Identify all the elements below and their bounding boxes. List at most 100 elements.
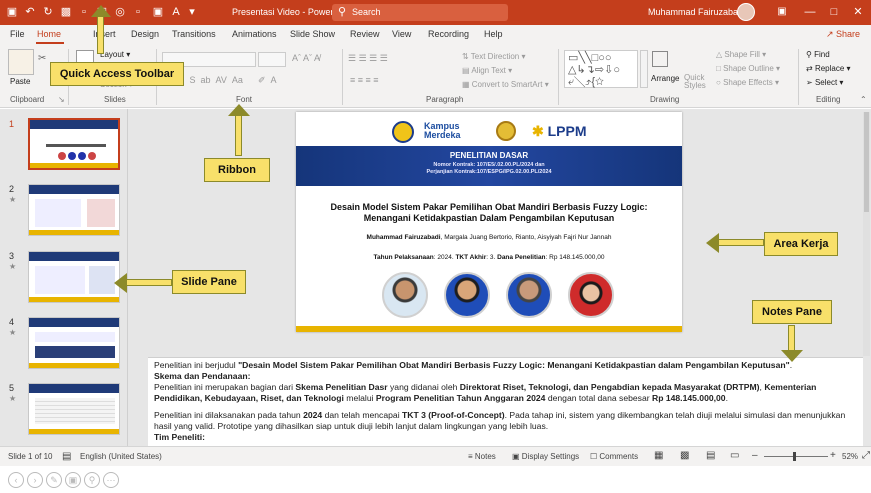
- zoom-slider[interactable]: [764, 456, 828, 457]
- slide-icon[interactable]: ▣: [152, 6, 164, 18]
- slide-canvas[interactable]: Kampus Merdeka ✱ LPPM PENELITIAN DASAR N…: [296, 112, 682, 332]
- find-icon: ⚲: [806, 50, 815, 59]
- pen-icon[interactable]: ✎: [46, 472, 62, 488]
- bullets-icon[interactable]: ☰ ☰ ☰ ☰: [348, 53, 388, 64]
- replace-button[interactable]: ⇄ Replace ▾: [806, 64, 851, 73]
- tab-recording[interactable]: Recording: [428, 29, 469, 39]
- search-box[interactable]: ⚲ Search: [332, 4, 508, 21]
- undo-icon[interactable]: ↶: [24, 6, 36, 18]
- slide-number: 5: [9, 383, 15, 393]
- search-input[interactable]: Search: [352, 7, 381, 17]
- collapse-ribbon-icon[interactable]: ⌃: [860, 95, 867, 104]
- minimize-icon[interactable]: —: [804, 6, 816, 18]
- maximize-icon[interactable]: □: [828, 6, 840, 18]
- shapes-scroll[interactable]: [640, 50, 648, 88]
- share-icon: ↗: [826, 29, 837, 39]
- normal-view-icon[interactable]: ▦: [654, 450, 663, 461]
- next-icon[interactable]: ›: [27, 472, 43, 488]
- redo-icon[interactable]: ↻: [42, 6, 54, 18]
- tab-slide-show[interactable]: Slide Show: [290, 29, 335, 39]
- paste-button[interactable]: Paste: [10, 77, 30, 86]
- arrange-button[interactable]: Arrange: [651, 74, 679, 83]
- tab-view[interactable]: View: [392, 29, 411, 39]
- cut-icon[interactable]: ✂: [38, 53, 46, 64]
- gallery-icon[interactable]: ▣: [65, 472, 81, 488]
- find-button[interactable]: ⚲ Find: [806, 50, 830, 59]
- share-button[interactable]: ↗ Share: [826, 29, 860, 40]
- close-icon[interactable]: ✕: [852, 6, 864, 18]
- scrollbar-thumb[interactable]: [864, 112, 869, 212]
- arrange-icon[interactable]: [652, 51, 668, 67]
- font-size-field[interactable]: [258, 52, 286, 67]
- slide-pane[interactable]: 1 2 ★ 3 ★ 4 ★ 5 ★: [0, 109, 128, 446]
- layout-button[interactable]: Layout ▾: [100, 50, 130, 59]
- select-button[interactable]: ➢ Select ▾: [806, 78, 843, 87]
- notes-button[interactable]: ≡ Notes: [468, 452, 496, 461]
- shapes-gallery[interactable]: ▭╲╲□○○ △↳↴⇨⇩○ ⤶╲⤴{☆: [564, 50, 638, 88]
- thumb-header: [29, 318, 119, 327]
- zoom-in-icon[interactable]: +: [830, 450, 836, 461]
- tab-transitions[interactable]: Transitions: [172, 29, 216, 39]
- slide-thumbnail-2[interactable]: [28, 184, 120, 236]
- tab-design[interactable]: Design: [131, 29, 159, 39]
- quick-styles-button[interactable]: Quick Styles: [684, 74, 708, 90]
- fit-slide-icon[interactable]: ⤢: [862, 450, 870, 461]
- slide-thumbnail-5[interactable]: [28, 383, 120, 435]
- notes-pane[interactable]: Penelitian ini berjudul "Desain Model Si…: [148, 357, 863, 446]
- font-format-icons[interactable]: U S ab AV Aa: [178, 75, 243, 85]
- ribbon-display-options-icon[interactable]: ▣: [776, 6, 788, 18]
- touch-mode-icon[interactable]: ▫: [78, 6, 90, 18]
- shape-effects-button[interactable]: ○ Shape Effects ▾: [716, 78, 779, 87]
- callout-arrowhead: [706, 233, 719, 253]
- save-icon[interactable]: ▣: [6, 6, 18, 18]
- new-slide-icon[interactable]: ▫: [132, 6, 144, 18]
- slide-thumbnail-3[interactable]: [28, 251, 120, 303]
- font-color-icon[interactable]: A: [170, 6, 182, 18]
- zoom-out-icon[interactable]: –: [752, 450, 758, 461]
- record-icon[interactable]: ◎: [114, 6, 126, 18]
- convert-smartart-button[interactable]: ▦ Convert to SmartArt ▾: [462, 80, 549, 89]
- callout-arrow-shaft: [97, 14, 104, 54]
- align-text-button[interactable]: ▤ Align Text ▾: [462, 66, 512, 75]
- user-name[interactable]: Muhammad Fairuzabadi: [648, 7, 745, 17]
- tab-file[interactable]: File: [10, 29, 25, 39]
- slide-thumbnail-1[interactable]: [28, 118, 120, 170]
- increase-font-icon[interactable]: Aˆ Aˇ A̸: [292, 53, 320, 63]
- star-icon: ★: [9, 195, 17, 204]
- align-icons[interactable]: ≡ ≡ ≡ ≡: [350, 75, 379, 85]
- comments-button[interactable]: ☐ Comments: [590, 452, 638, 461]
- accessibility-icon[interactable]: ▤: [62, 451, 71, 462]
- shape-fill-button[interactable]: △ Shape Fill ▾: [716, 50, 766, 59]
- tab-review[interactable]: Review: [350, 29, 380, 39]
- title-bar: ▣ ↶ ↻ ▩ ▫ ◫ ◎ ▫ ▣ A ▾ Presentasi Video -…: [0, 0, 871, 25]
- reading-view-icon[interactable]: ▤: [706, 450, 715, 461]
- thumb-text: [35, 266, 85, 294]
- language-status[interactable]: English (United States): [80, 452, 162, 461]
- display-settings-button[interactable]: ▣ Display Settings: [512, 452, 579, 461]
- text-direction-button[interactable]: ⇅ Text Direction ▾: [462, 52, 526, 61]
- tab-animations[interactable]: Animations: [232, 29, 277, 39]
- customize-toolbar-icon[interactable]: ▾: [186, 6, 198, 18]
- clipboard-launcher-icon[interactable]: ↘: [58, 95, 65, 104]
- slideshow-view-icon[interactable]: ▭: [730, 450, 739, 461]
- slide-footer-band: [296, 326, 682, 332]
- more-icon[interactable]: ⋯: [103, 472, 119, 488]
- zoom-slider-thumb[interactable]: [793, 452, 796, 461]
- slide-sorter-icon[interactable]: ▩: [680, 450, 689, 461]
- thumb-footer: [29, 363, 119, 368]
- author-photo-3: [506, 272, 552, 318]
- callout-arrowhead: [114, 273, 127, 293]
- paste-icon[interactable]: [8, 49, 34, 75]
- zoom-level[interactable]: 52%: [842, 452, 858, 461]
- highlight-icon[interactable]: ✐ A: [258, 75, 277, 86]
- avatar[interactable]: [737, 3, 755, 21]
- slide-thumbnail-4[interactable]: [28, 317, 120, 369]
- thumb-header: [29, 185, 119, 194]
- zoom-icon[interactable]: ⚲: [84, 472, 100, 488]
- start-from-beginning-icon[interactable]: ▩: [60, 6, 72, 18]
- slide-counter: Slide 1 of 10: [8, 452, 53, 461]
- shape-outline-button[interactable]: □ Shape Outline ▾: [716, 64, 780, 73]
- previous-icon[interactable]: ‹: [8, 472, 24, 488]
- tab-help[interactable]: Help: [484, 29, 503, 39]
- tab-home[interactable]: Home: [37, 29, 61, 39]
